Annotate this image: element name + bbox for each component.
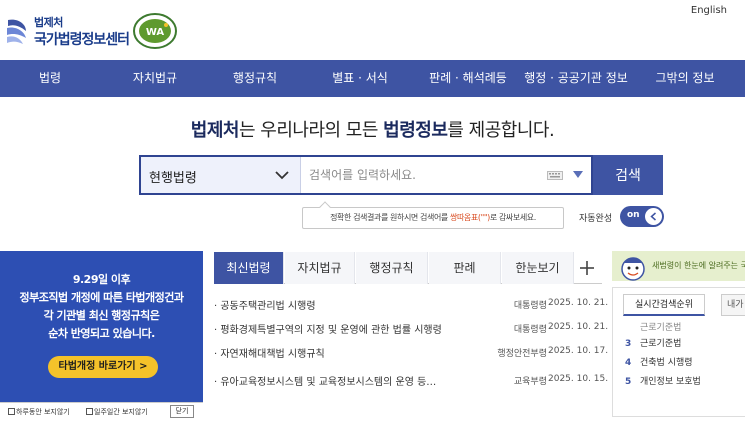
banner-close-button[interactable]: 닫기 [170, 405, 194, 418]
wa-certification-icon: WA [133, 13, 177, 49]
rank-label: 근로기준법 [640, 323, 682, 333]
tab-my-searches[interactable]: 내가 [721, 294, 745, 316]
nav-item-tables-forms[interactable]: 별표 · 서식 [318, 60, 402, 97]
nav-item-admin-rules[interactable]: 행정규칙 [215, 60, 295, 97]
hide-day-checkbox[interactable] [8, 408, 15, 415]
hide-day-label: 하루동안 보지않기 [16, 408, 70, 416]
nav-item-laws[interactable]: 법령 [20, 60, 80, 97]
search-tip-text-1: 정확한 검색결과를 원하시면 검색어를 [330, 213, 451, 222]
toggle-state: on [627, 210, 640, 220]
news-row[interactable]: · 평화경제특별구역의 지정 및 운영에 관한 법률 시행령 대통령령 2025… [214, 316, 608, 340]
search-ranking-panel: 실시간검색순위 내가 근로기준법 3 근로기준법 4 건축법 시행령 5 개인정보 보… [612, 287, 745, 417]
headline-text-2: 를 제공합니다. [447, 120, 555, 141]
caret-down-icon[interactable] [573, 171, 583, 179]
autocomplete-label: 자동완성 [579, 214, 613, 224]
plus-icon[interactable] [577, 258, 597, 278]
tooltip-tail [319, 201, 331, 213]
headline-text-1: 는 우리나라의 모든 [238, 120, 384, 141]
news-title[interactable]: · 자연재해대책법 시행규칙 [214, 345, 474, 360]
nav-item-precedents[interactable]: 판례 · 해석례등 [418, 60, 518, 97]
chevron-left-icon [650, 212, 656, 221]
tab-realtime-ranking[interactable]: 실시간검색순위 [623, 294, 705, 316]
rank-number: 5 [625, 377, 632, 387]
rank-number: 3 [625, 339, 632, 349]
news-agency: 대통령령 [513, 301, 547, 311]
news-tabs: 최신법령 자치법규 행정규칙 판례 한눈보기 [214, 252, 602, 284]
news-agency: 교육부령 [513, 377, 547, 387]
search-tip-highlight: 쌍따옴표("") [450, 213, 490, 222]
news-date: 2025. 10. 15. [548, 374, 609, 384]
rank-number: 4 [625, 358, 632, 368]
news-row[interactable]: · 공동주택관리법 시행령 대통령령 2025. 10. 21. [214, 292, 608, 316]
main-nav: 법령 자치법규 행정규칙 별표 · 서식 판례 · 해석례등 행정 · 공공기관… [0, 60, 745, 97]
promo-text: 새법령이 한눈에 알려주는 국민 [652, 261, 745, 270]
logo-title: 국가법령정보센터 [34, 32, 130, 48]
news-agency: 대통령령 [513, 325, 547, 335]
headline-keyword: 법령정보 [383, 120, 448, 141]
tab-latest-laws[interactable]: 최신법령 [214, 252, 284, 284]
notice-banner: 9.29일 이후 정부조직법 개정에 따른 타법개정건과 각 기관별 최신 행정… [0, 251, 203, 403]
tab-admin-rules[interactable]: 행정규칙 [356, 252, 428, 284]
mascot-icon [621, 257, 645, 281]
news-title[interactable]: · 공동주택관리법 시행령 [214, 297, 474, 312]
site-header: 법제처 국가법령정보센터 WA English [0, 0, 745, 60]
hide-week-label: 일주일간 보지않기 [94, 408, 148, 416]
nav-item-local-laws[interactable]: 자치법규 [115, 60, 195, 97]
toggle-knob [645, 208, 662, 225]
keyboard-icon[interactable] [547, 171, 563, 180]
site-logo[interactable]: 법제처 국가법령정보센터 [4, 12, 130, 48]
hide-week-checkbox[interactable] [86, 408, 93, 415]
news-title[interactable]: · 유아교육정보시스템 및 교육정보시스템의 운영 등… [214, 373, 474, 388]
chevron-down-icon [275, 171, 289, 180]
nav-item-other-info[interactable]: 그밖의 정보 [645, 60, 725, 97]
rank-label: 개인정보 보호법 [640, 377, 701, 387]
tab-local-laws[interactable]: 자치법규 [285, 252, 355, 284]
rank-item[interactable]: 4 건축법 시행령 [625, 355, 693, 373]
banner-link-button[interactable]: 타법개정 바로가기 > [48, 356, 158, 378]
search-category-label: 현행법령 [149, 171, 197, 186]
promo-banner[interactable]: 새법령이 한눈에 알려주는 국민 [612, 251, 745, 281]
banner-footer: 하루동안 보지않기 일주일간 보지않기 닫기 [0, 402, 203, 421]
logo-mark-icon [7, 19, 26, 44]
search-tip-text-2: 로 감싸보세요. [489, 213, 536, 222]
tab-overview[interactable]: 한눈보기 [502, 252, 574, 284]
banner-line: 정부조직법 개정에 따른 타법개정건과 [19, 291, 184, 304]
news-row[interactable]: · 유아교육정보시스템 및 교육정보시스템의 운영 등… 교육부령 2025. … [214, 368, 608, 392]
banner-line: 순차 반영되고 있습니다. [48, 327, 155, 340]
news-agency: 행정안전부령 [497, 349, 547, 359]
banner-text: 9.29일 이후 정부조직법 개정에 따른 타법개정건과 각 기관별 최신 행정… [0, 271, 203, 343]
rank-label: 근로기준법 [640, 339, 682, 349]
logo-small-text: 법제처 [34, 16, 63, 29]
headline-org: 법제처 [190, 120, 240, 141]
rank-label: 건축법 시행령 [640, 358, 693, 368]
svg-text:WA: WA [146, 27, 165, 38]
news-title[interactable]: · 평화경제특별구역의 지정 및 운영에 관한 법률 시행령 [214, 321, 474, 336]
search-category-select[interactable]: 현행법령 [141, 157, 301, 193]
search-input[interactable] [309, 163, 539, 187]
hide-week-option[interactable]: 일주일간 보지않기 [86, 407, 148, 417]
page-headline: 법제처는 우리나라의 모든 법령정보를 제공합니다. [0, 116, 745, 142]
autocomplete-toggle[interactable]: on [620, 206, 664, 227]
news-row[interactable]: · 자연재해대책법 시행규칙 행정안전부령 2025. 10. 17. [214, 340, 608, 364]
rank-item[interactable]: 5 개인정보 보호법 [625, 374, 701, 392]
hide-day-option[interactable]: 하루동안 보지않기 [8, 407, 70, 417]
search-tip: 정확한 검색결과를 원하시면 검색어를 쌍따옴표("")로 감싸보세요. [302, 201, 564, 229]
search-box: 현행법령 [139, 155, 593, 195]
news-date: 2025. 10. 21. [548, 322, 609, 332]
english-link[interactable]: English [691, 5, 727, 16]
search-button[interactable]: 검색 [593, 155, 663, 195]
banner-line: 각 기관별 최신 행정규칙은 [43, 309, 160, 322]
rank-item[interactable]: 3 근로기준법 [625, 336, 681, 354]
news-date: 2025. 10. 17. [548, 346, 609, 356]
banner-line: 9.29일 이후 [72, 273, 131, 286]
news-date: 2025. 10. 21. [548, 298, 609, 308]
nav-item-public-info[interactable]: 행정 · 공공기관 정보 [520, 60, 632, 97]
tab-precedents[interactable]: 판례 [429, 252, 501, 284]
